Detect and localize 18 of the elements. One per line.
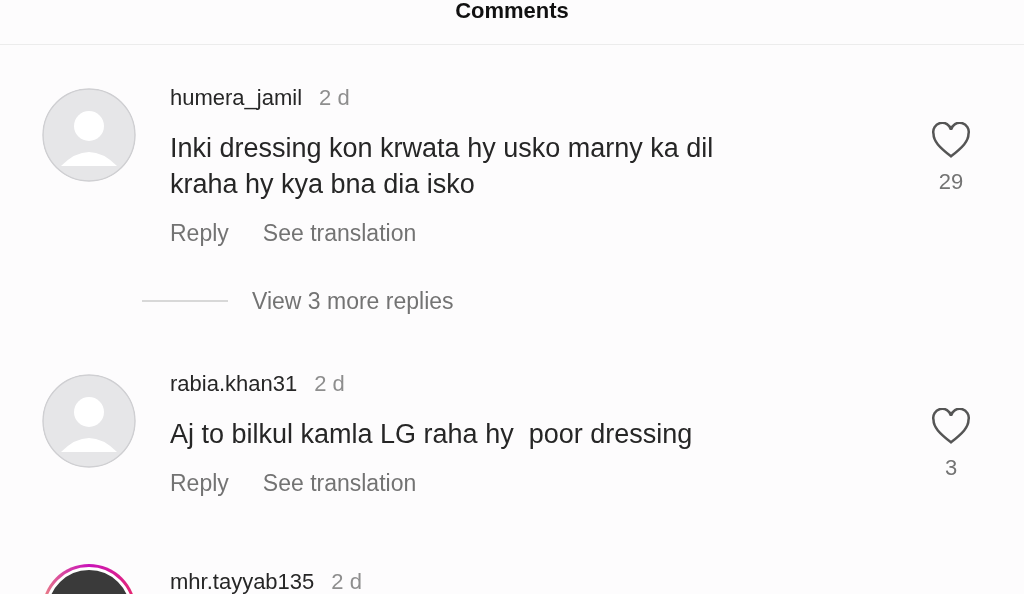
header-title: Comments (455, 0, 569, 22)
heart-icon[interactable] (931, 122, 971, 159)
comment-time: 2 d (331, 569, 362, 594)
like-count: 3 (944, 455, 958, 481)
see-translation-button[interactable]: See translation (262, 470, 417, 496)
view-replies-button[interactable]: View 3 more replies (252, 288, 454, 314)
see-translation-button[interactable]: See translation (262, 220, 417, 246)
username[interactable]: rabia.khan31 (170, 371, 298, 397)
like-count: 29 (938, 169, 964, 195)
username[interactable]: humera_jamil (170, 85, 303, 111)
reply-button[interactable]: Reply (170, 470, 229, 496)
reply-button[interactable]: Reply (170, 220, 229, 246)
heart-icon[interactable] (931, 408, 971, 445)
comment-text: Aj to bilkul kamla LG raha hy poor dressing (170, 418, 694, 451)
comment-time: 2 d (314, 371, 345, 397)
comment-text: Inki dressing kon krwata hy usko marny ka dil kraha hy kya bna dia isko (170, 132, 715, 201)
username[interactable]: mhr.tayyab135 (170, 569, 315, 594)
comment-time: 2 d (319, 85, 350, 111)
